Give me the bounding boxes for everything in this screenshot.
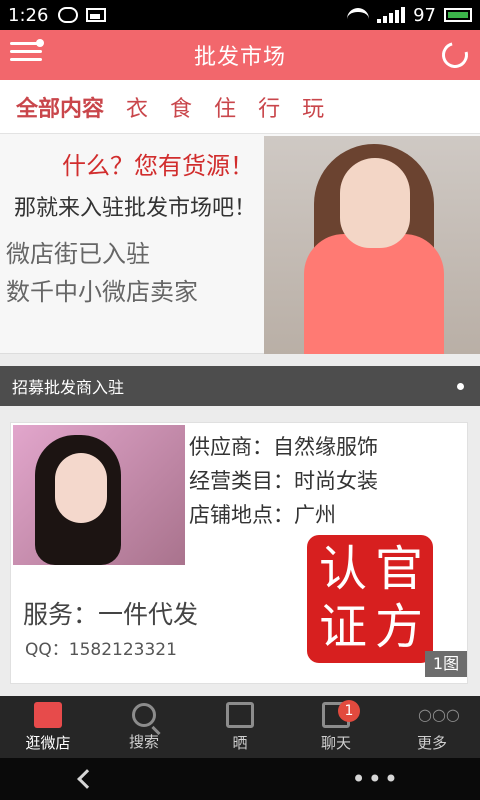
banner-line-3: 微店街已入驻 (6, 240, 150, 268)
tab-play[interactable]: 玩 (302, 91, 324, 123)
nav-label: 更多 (416, 733, 447, 752)
search-icon (132, 702, 156, 727)
nav-label: 逛微店 (25, 733, 71, 752)
banner-model-photo (264, 136, 480, 354)
banner-line-2: 那就来入驻批发市场吧！ (14, 196, 257, 221)
bottom-nav: 逛微店 搜索 晒 1 聊天 ○○○ 更多 (0, 696, 480, 758)
more-icon: ○○○ (418, 704, 460, 724)
supplier-photo (13, 425, 185, 565)
category-tabs: 全部内容 衣 食 住 行 玩 (0, 80, 480, 134)
system-nav-bar: ••• (0, 758, 480, 800)
section-header: 招募批发商入驻 (0, 366, 480, 406)
nav-browse-shops[interactable]: 逛微店 (0, 696, 96, 758)
tab-housing[interactable]: 住 (214, 91, 236, 123)
battery-level: 97 (413, 4, 436, 26)
status-bar: 1:26 97 (0, 0, 480, 30)
supplier-category: 经营类目：时尚女装 (189, 469, 378, 493)
nav-search[interactable]: 搜索 (96, 696, 192, 758)
overflow-menu-icon[interactable]: ••• (352, 765, 400, 793)
nav-share[interactable]: 晒 (192, 696, 288, 758)
chat-bubble-icon (58, 7, 79, 23)
supplier-card[interactable]: 供应商：自然缘服饰 经营类目：时尚女装 店铺地点：广州 服务：一件代发 QQ：1… (10, 422, 468, 684)
supplier-service: 服务：一件代发 (23, 600, 199, 629)
official-certified-stamp: 认 官 证 方 (307, 535, 433, 663)
nav-label: 搜索 (128, 732, 159, 751)
app-header: 批发市场 (0, 30, 480, 80)
nav-label: 晒 (232, 733, 248, 752)
menu-icon[interactable] (10, 39, 44, 68)
nav-chat[interactable]: 1 聊天 (288, 696, 384, 758)
status-time: 1:26 (8, 4, 49, 26)
banner-line-4: 数千中小微店卖家 (6, 278, 198, 306)
shop-icon (34, 701, 62, 728)
back-icon[interactable] (77, 769, 97, 789)
page-title: 批发市场 (193, 45, 286, 70)
promo-banner[interactable]: 什么？您有货源！ 那就来入驻批发市场吧！ 微店街已入驻 数千中小微店卖家 (0, 134, 480, 354)
compose-icon (226, 701, 254, 728)
pager-dot-icon (457, 382, 464, 390)
tab-clothing[interactable]: 衣 (126, 91, 148, 123)
supplier-name: 供应商：自然缘服饰 (189, 435, 378, 459)
tab-food[interactable]: 食 (170, 91, 192, 123)
nav-label: 聊天 (320, 733, 351, 752)
nav-more[interactable]: ○○○ 更多 (384, 696, 480, 758)
wifi-icon (347, 8, 370, 22)
image-icon (86, 8, 107, 22)
section-title: 招募批发商入驻 (12, 378, 125, 397)
image-count-badge: 1图 (425, 651, 467, 677)
chat-badge: 1 (337, 700, 360, 722)
signal-icon (377, 7, 406, 23)
banner-headline: 什么？您有货源！ (62, 152, 254, 180)
supplier-qq: QQ：1582123321 (25, 640, 177, 660)
status-right-icons: 97 (347, 5, 472, 26)
refresh-icon[interactable] (437, 37, 473, 73)
tab-travel[interactable]: 行 (258, 91, 280, 123)
tab-all[interactable]: 全部内容 (16, 91, 104, 123)
supplier-location: 店铺地点：广州 (189, 503, 336, 527)
battery-icon (444, 8, 472, 22)
